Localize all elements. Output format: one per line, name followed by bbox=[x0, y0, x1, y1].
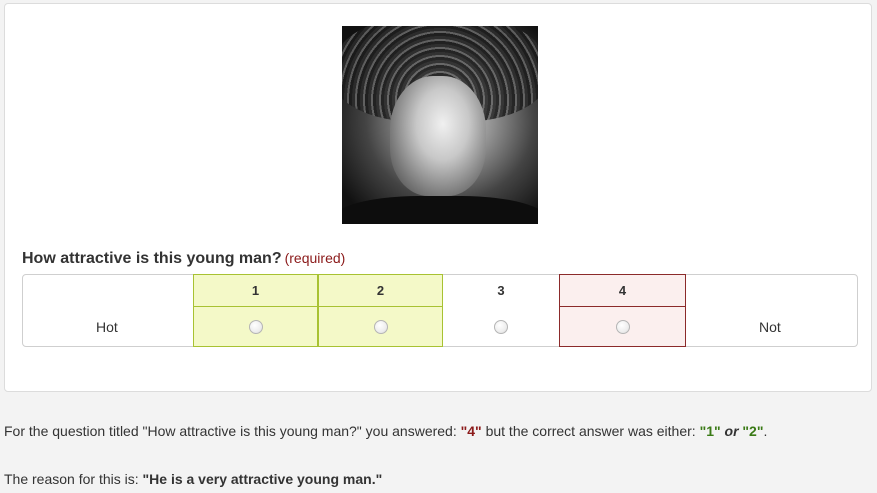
feedback-answer-line: For the question titled "How attractive … bbox=[4, 423, 767, 439]
reason-prefix: The reason for this is: bbox=[4, 471, 143, 487]
radio-option-3[interactable] bbox=[494, 319, 508, 334]
portrait-photo bbox=[342, 26, 538, 224]
option-header-2: 2 bbox=[318, 274, 443, 307]
reason-text: "He is a very attractive young man." bbox=[142, 471, 383, 487]
question-title: How attractive is this young man? (requir… bbox=[22, 250, 345, 268]
option-cell-4[interactable] bbox=[559, 306, 686, 347]
scale-right-label: Not bbox=[759, 319, 781, 335]
option-cell-3[interactable] bbox=[443, 306, 559, 347]
feedback-prefix: For the question titled "How attractive … bbox=[4, 423, 461, 439]
scale-left-label: Hot bbox=[96, 319, 118, 335]
radio-option-4[interactable] bbox=[615, 319, 630, 334]
option-header-3: 3 bbox=[497, 283, 505, 298]
answered-value: "4" bbox=[460, 423, 482, 439]
radio-option-2[interactable] bbox=[373, 319, 388, 334]
radio-option-1[interactable] bbox=[248, 319, 263, 334]
required-label: (required) bbox=[284, 250, 346, 266]
feedback-reason-line: The reason for this is: "He is a very at… bbox=[4, 471, 382, 487]
photo-face bbox=[390, 76, 486, 196]
or-word: or bbox=[720, 423, 743, 439]
question-card: How attractive is this young man? (requir… bbox=[4, 3, 872, 392]
photo-shirt bbox=[342, 196, 538, 224]
feedback-middle: but the correct answer was either: bbox=[481, 423, 700, 439]
option-cell-1[interactable] bbox=[193, 306, 318, 347]
option-header-1: 1 bbox=[193, 274, 318, 307]
correct-value-2: "2" bbox=[742, 423, 764, 439]
rating-scale: Hot 1 2 3 4 Not bbox=[22, 274, 858, 347]
option-cell-2[interactable] bbox=[318, 306, 443, 347]
feedback-end: . bbox=[763, 423, 768, 439]
correct-value-1: "1" bbox=[699, 423, 721, 439]
option-header-4: 4 bbox=[559, 274, 686, 307]
question-text: How attractive is this young man? bbox=[22, 250, 282, 267]
